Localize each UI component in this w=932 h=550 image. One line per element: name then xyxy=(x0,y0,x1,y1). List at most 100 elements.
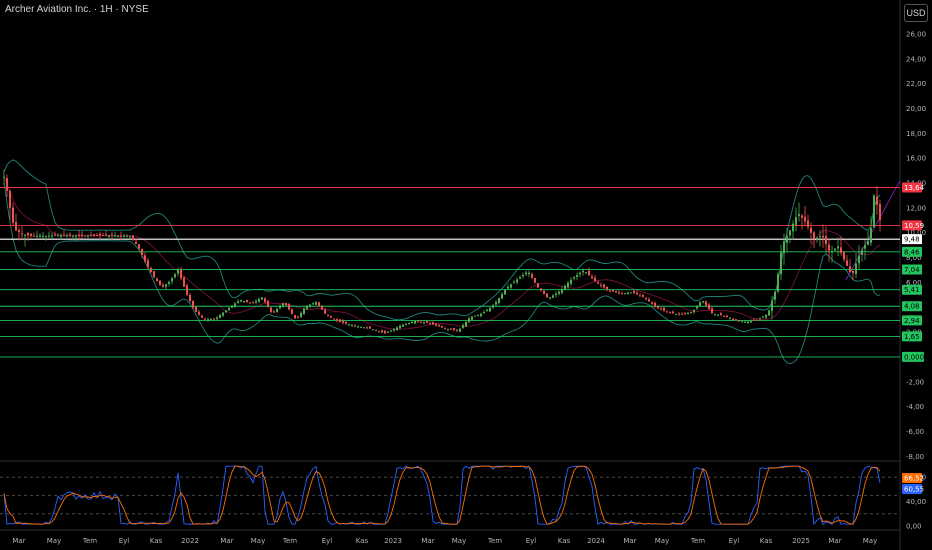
candle-body xyxy=(405,323,407,326)
candle-body xyxy=(330,315,332,318)
candle-body xyxy=(471,316,473,320)
candle-body xyxy=(381,330,383,333)
time-tick-label: Kas xyxy=(558,537,571,545)
candle-body xyxy=(159,280,161,285)
price-tag-label: 2,94 xyxy=(904,317,920,325)
candle-body xyxy=(129,236,131,238)
time-axis[interactable]: Mar May Tem Eyl Kas 2022 Mar May Tem Eyl Kas 2023 Ma… xyxy=(12,537,877,545)
candle-body xyxy=(672,311,674,314)
price-tick-label: 26,00 xyxy=(906,31,926,39)
candle-body xyxy=(183,277,185,287)
stock-chart[interactable]: 80,0040,000,00 26,0024,0022,0020,0018,00… xyxy=(0,0,932,550)
time-tick-label: Tem xyxy=(82,537,97,545)
candle-body xyxy=(138,244,140,249)
candle-body xyxy=(798,214,800,216)
candle-body xyxy=(630,292,632,294)
candle-body xyxy=(243,301,245,303)
candle-body xyxy=(765,314,767,318)
candle-body xyxy=(240,300,242,302)
candle-body xyxy=(771,301,773,311)
candle-body xyxy=(417,320,419,322)
candle-body xyxy=(42,235,44,237)
candle-body xyxy=(144,255,146,262)
candle-body xyxy=(324,309,326,314)
candle-body xyxy=(12,207,14,223)
candle-body xyxy=(810,227,812,233)
candle-body xyxy=(216,317,218,320)
candle-body xyxy=(354,325,356,327)
candle-body xyxy=(210,318,212,321)
candle-body xyxy=(738,320,740,322)
candle-body xyxy=(606,286,608,290)
candle-body xyxy=(699,302,701,307)
candle-body xyxy=(276,308,278,313)
candle-body xyxy=(282,303,284,307)
price-tick-label: -4,00 xyxy=(906,403,924,411)
candle-body xyxy=(687,313,689,315)
candle-body xyxy=(213,318,215,320)
candle-body xyxy=(6,178,8,191)
candle-body xyxy=(462,325,464,328)
candle-body xyxy=(27,233,29,236)
candle-body xyxy=(762,316,764,318)
currency-button[interactable]: USD xyxy=(904,4,928,22)
candle-body xyxy=(690,311,692,313)
candle-body xyxy=(201,315,203,318)
candle-body xyxy=(420,321,422,323)
candle-body xyxy=(573,277,575,279)
candle-body xyxy=(156,278,158,282)
time-tick-label: Mar xyxy=(421,537,434,545)
candle-body xyxy=(273,311,275,313)
candle-body xyxy=(717,314,719,316)
candle-body xyxy=(750,321,752,323)
candle-body xyxy=(504,289,506,295)
candle-body xyxy=(234,303,236,307)
candle-body xyxy=(609,290,611,292)
candle-body xyxy=(597,282,599,284)
candle-body xyxy=(678,313,680,315)
candle-body xyxy=(393,328,395,331)
price-axis[interactable]: 26,0024,0022,0020,0018,0016,0014,0012,00… xyxy=(906,31,926,461)
candle-body xyxy=(279,305,281,309)
candle-body xyxy=(72,235,74,237)
candle-body xyxy=(582,270,584,273)
candle-body xyxy=(786,235,788,243)
candle-body xyxy=(141,248,143,256)
candle-body xyxy=(864,245,866,249)
candle-body xyxy=(789,230,791,236)
candle-body xyxy=(756,319,758,321)
candle-body xyxy=(18,230,20,233)
candle-body xyxy=(30,233,32,236)
candle-body xyxy=(171,278,173,282)
candle-body xyxy=(666,311,668,313)
candle-body xyxy=(246,299,248,302)
candle-body xyxy=(633,291,635,294)
stochastic-panel: 80,0040,000,00 xyxy=(0,465,926,531)
time-tick-label: Eyl xyxy=(526,537,537,545)
candle-body xyxy=(846,260,848,266)
candle-body xyxy=(93,234,95,236)
candle-body xyxy=(90,234,92,236)
time-tick-label: 2023 xyxy=(384,537,402,545)
candle-body xyxy=(345,322,347,324)
price-tick-label: 18,00 xyxy=(906,130,926,138)
candle-body xyxy=(519,277,521,279)
candle-body xyxy=(63,234,65,236)
stoch-tag-label: 60,55 xyxy=(904,486,924,494)
candle-body xyxy=(81,234,83,236)
candle-body xyxy=(861,250,863,255)
candle-body xyxy=(537,283,539,288)
candle-body xyxy=(693,309,695,313)
candle-body xyxy=(231,305,233,308)
candle-body xyxy=(570,279,572,284)
candle-body xyxy=(441,325,443,328)
candle-body xyxy=(801,215,803,218)
candle-body xyxy=(648,299,650,302)
candle-body xyxy=(753,319,755,321)
candle-body xyxy=(714,314,716,316)
candle-body xyxy=(270,307,272,312)
candle-body xyxy=(474,315,476,317)
candle-body xyxy=(45,235,47,237)
price-tag-label: 13,64 xyxy=(904,184,925,192)
candle-body xyxy=(306,305,308,310)
